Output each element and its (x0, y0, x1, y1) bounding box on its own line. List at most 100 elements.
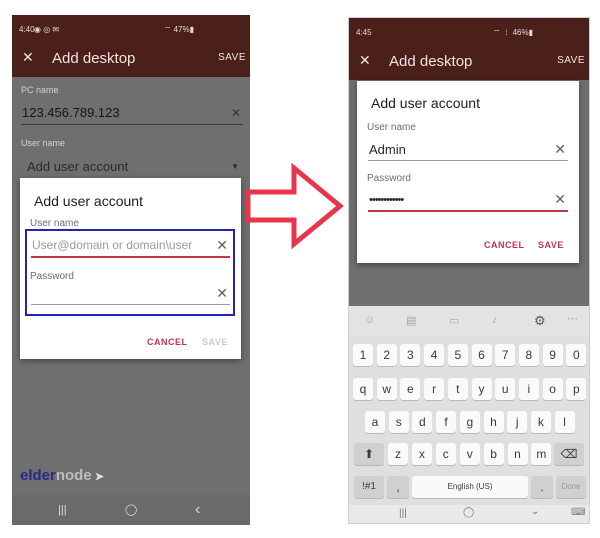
cancel-button[interactable]: CANCEL (484, 240, 525, 250)
number-key[interactable]: 9 (542, 344, 563, 366)
status-bar: 4:45 ⌔ ⋮ 46%▮ (349, 18, 589, 42)
letter-key[interactable]: l (554, 411, 575, 433)
password-field[interactable]: •••••••••••• ✕ (368, 190, 568, 212)
pc-name-label: PC name (21, 85, 59, 95)
letter-key[interactable]: h (483, 411, 504, 433)
recents-icon[interactable]: ||| (399, 508, 407, 519)
letter-key[interactable]: b (483, 443, 504, 465)
space-key[interactable]: English (US) (412, 476, 528, 498)
close-icon[interactable]: ✕ (359, 52, 371, 69)
letter-key[interactable]: p (566, 378, 587, 400)
more-icon[interactable]: ⋯ (567, 312, 578, 325)
clear-icon[interactable]: ✕ (554, 141, 566, 158)
username-value: Admin (369, 142, 406, 157)
status-time: 4:45 (356, 28, 372, 37)
number-key[interactable]: 0 (566, 344, 587, 366)
microphone-icon[interactable]: ♪ (492, 314, 498, 326)
comma-key[interactable]: , (387, 476, 409, 498)
user-account-value: Add user account (27, 159, 129, 174)
page-title: Add desktop (389, 53, 473, 70)
username-field[interactable]: User@domain or domain\user ✕ (31, 236, 230, 258)
status-bar: 4:40 ◉ ◎ ✉ ⌔ 47%▮ (12, 15, 250, 39)
letter-key[interactable]: q (353, 378, 373, 400)
close-icon[interactable]: ✕ (22, 49, 34, 66)
letter-key[interactable]: j (507, 411, 528, 433)
pc-name-value: 123.456.789.123 (22, 105, 120, 120)
symbols-key[interactable]: !#1 (354, 476, 384, 498)
number-key[interactable]: 6 (471, 344, 492, 366)
number-key[interactable]: 3 (400, 344, 421, 366)
hide-keyboard-icon[interactable]: ⌄ (531, 506, 539, 517)
status-time: 4:40 (19, 25, 35, 34)
keyboard-icon[interactable]: ⌨ (571, 507, 585, 518)
arrow-icon (245, 162, 344, 250)
clear-icon[interactable]: ✕ (216, 285, 228, 302)
letter-key[interactable]: a (365, 411, 385, 433)
save-button[interactable]: SAVE (218, 52, 246, 63)
keyboard-toolbar: ☺ ▤ ▭ ♪ ⚙ ⋯ (349, 306, 589, 336)
add-user-account-dialog: Add user account User name User@domain o… (20, 178, 241, 359)
sticker-icon[interactable]: ▤ (406, 314, 416, 327)
clear-icon[interactable]: ✕ (554, 191, 566, 208)
right-phone-screen: 4:45 ⌔ ⋮ 46%▮ ✕ Add desktop SAVE Add use… (348, 17, 590, 524)
letter-key[interactable]: y (471, 378, 492, 400)
letter-key[interactable]: n (507, 443, 528, 465)
letter-key[interactable]: m (531, 443, 552, 465)
gear-icon[interactable]: ⚙ (534, 313, 546, 329)
gif-icon[interactable]: ▭ (449, 314, 459, 327)
dialog-save-button[interactable]: SAVE (202, 337, 228, 347)
password-field[interactable]: ✕ (31, 284, 230, 305)
cancel-button[interactable]: CANCEL (147, 337, 188, 347)
dialog-title: Add user account (371, 95, 480, 111)
letter-key[interactable]: x (411, 443, 432, 465)
dialog-save-button[interactable]: SAVE (538, 240, 564, 250)
pc-name-field[interactable]: 123.456.789.123 ✕ (21, 103, 243, 125)
period-key[interactable]: . (531, 476, 553, 498)
letter-key[interactable]: z (388, 443, 408, 465)
letter-key[interactable]: c (435, 443, 456, 465)
letter-key[interactable]: s (388, 411, 409, 433)
battery-indicator: ⌔ 47%▮ (163, 25, 194, 34)
letter-key[interactable]: v (459, 443, 480, 465)
number-key[interactable]: 4 (424, 344, 445, 366)
letter-key[interactable]: f (436, 411, 457, 433)
home-icon[interactable]: ◯ (463, 507, 474, 518)
home-icon[interactable]: ◯ (125, 503, 137, 516)
letter-key[interactable]: o (542, 378, 563, 400)
letter-key[interactable]: i (518, 378, 539, 400)
dialog-title: Add user account (34, 193, 143, 209)
letter-key[interactable]: r (424, 378, 445, 400)
page-title: Add desktop (52, 50, 136, 67)
password-label: Password (30, 271, 74, 282)
back-icon[interactable]: ‹ (195, 501, 200, 519)
letter-key[interactable]: k (530, 411, 551, 433)
backspace-key[interactable]: ⌫ (554, 443, 584, 465)
app-bar: ✕ Add desktop SAVE (12, 39, 250, 77)
user-account-select[interactable]: Add user account ▼ (21, 156, 243, 176)
number-key[interactable]: 8 (518, 344, 539, 366)
number-key[interactable]: 5 (447, 344, 468, 366)
letter-key[interactable]: d (412, 411, 433, 433)
number-key[interactable]: 1 (353, 344, 373, 366)
save-button[interactable]: SAVE (557, 55, 585, 66)
username-field[interactable]: Admin ✕ (368, 140, 568, 161)
recents-icon[interactable]: ||| (58, 504, 67, 516)
number-key[interactable]: 2 (376, 344, 397, 366)
letter-key[interactable]: g (459, 411, 480, 433)
letter-key[interactable]: w (376, 378, 397, 400)
emoji-icon[interactable]: ☺ (364, 314, 375, 326)
letter-key[interactable]: e (400, 378, 421, 400)
watermark-logo: eldernode ➤ (20, 467, 104, 484)
username-placeholder: User@domain or domain\user (32, 238, 193, 252)
password-label: Password (367, 173, 411, 184)
add-user-account-dialog: Add user account User name Admin ✕ Passw… (357, 81, 579, 263)
app-bar: ✕ Add desktop SAVE (349, 42, 589, 80)
left-phone-screen: 4:40 ◉ ◎ ✉ ⌔ 47%▮ ✕ Add desktop SAVE PC … (12, 15, 250, 525)
clear-icon[interactable]: ✕ (231, 106, 241, 120)
letter-key[interactable]: u (495, 378, 516, 400)
number-key[interactable]: 7 (495, 344, 516, 366)
shift-key[interactable]: ⬆ (354, 443, 384, 465)
clear-icon[interactable]: ✕ (216, 237, 228, 254)
done-key[interactable]: Done (556, 476, 586, 498)
letter-key[interactable]: t (447, 378, 468, 400)
